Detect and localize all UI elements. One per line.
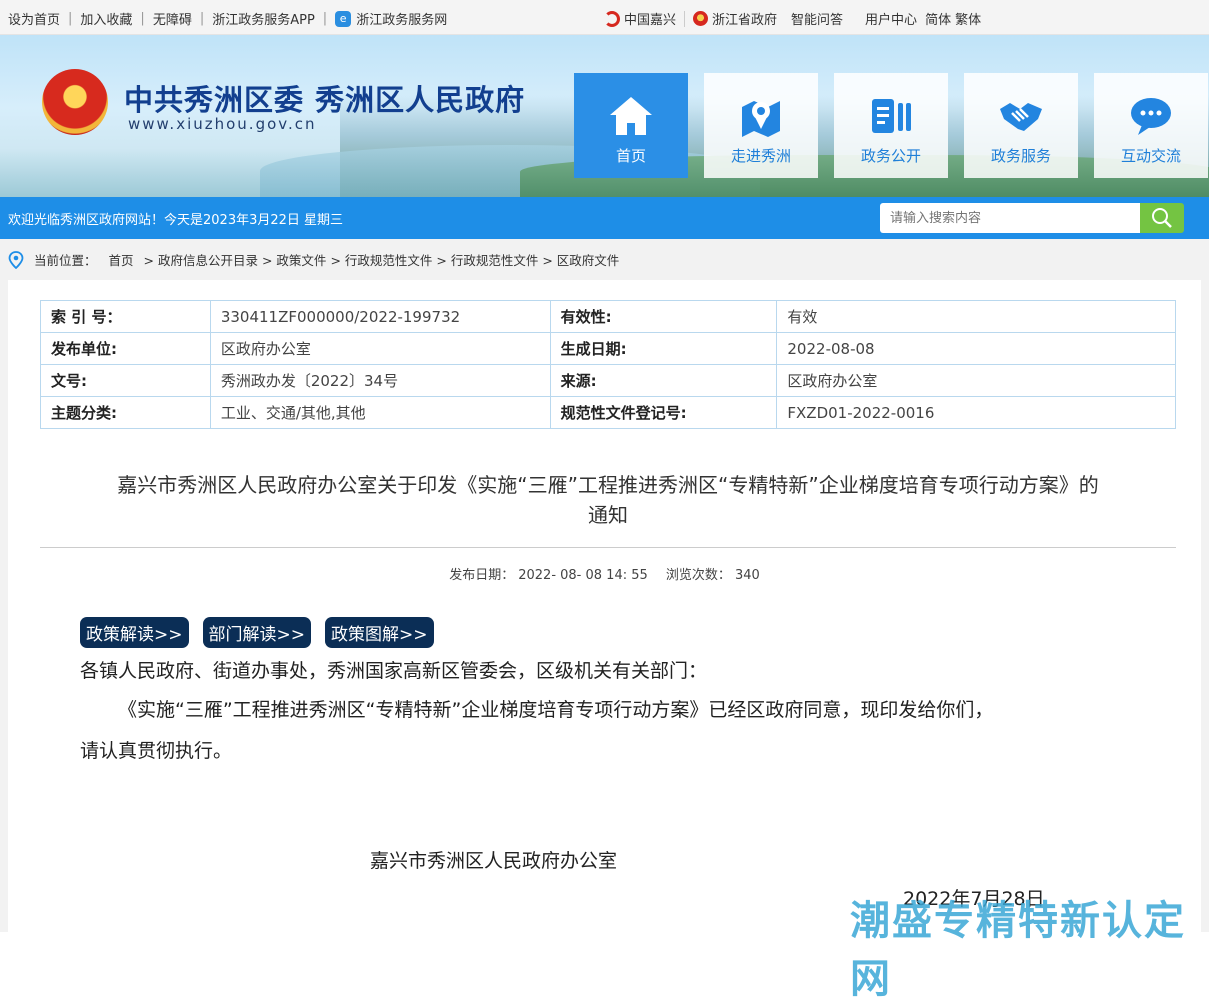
separator: |	[322, 11, 328, 26]
breadcrumb-normative-docs[interactable]: > 行政规范性文件	[330, 250, 432, 269]
separator: |	[140, 11, 145, 26]
separator: |	[199, 11, 205, 26]
breadcrumb-normative-docs-2[interactable]: > 行政规范性文件	[436, 250, 538, 269]
smart-qa-link[interactable]: 智能问答	[791, 9, 843, 28]
top-utility-bar: 设为首页 | 加入收藏 | 无障碍 | 浙江政务服务APP | e 浙江政务服务…	[0, 0, 1209, 35]
separator: |	[68, 11, 73, 26]
publish-date: 2022- 08- 08 14: 55	[518, 568, 648, 583]
emblem-icon	[693, 11, 709, 26]
map-pin-icon	[738, 93, 784, 139]
search-input[interactable]	[880, 203, 1140, 233]
created-date-label: 生成日期:	[549, 332, 778, 365]
body-paragraph-line2: 请认真贯彻执行。	[80, 740, 233, 762]
chat-icon	[1128, 93, 1174, 139]
nav-interaction[interactable]: 互动交流	[1094, 73, 1208, 178]
recipients-line: 各镇人民政府、街道办事处，秀洲国家高新区管委会，区级机关有关部门：	[80, 660, 708, 682]
nav-gov-affairs-open[interactable]: 政务公开	[834, 73, 948, 178]
nav-label: 政务公开	[860, 147, 921, 165]
publisher-value: 区政府办公室	[209, 332, 551, 365]
china-jiaxing-link[interactable]: 中国嘉兴	[624, 9, 676, 28]
breadcrumb-prefix: 当前位置：	[34, 253, 97, 268]
set-homepage-link[interactable]: 设为首页	[8, 9, 60, 28]
document-title: 嘉兴市秀洲区人民政府办公室关于印发《实施“三雁”工程推进秀洲区“专精特新”企业梯…	[40, 470, 1176, 530]
zj-gov-link[interactable]: 浙江省政府	[712, 9, 777, 28]
doc-number-label: 文号:	[40, 364, 211, 397]
publisher-label: 发布单位:	[40, 332, 211, 365]
national-emblem-icon	[42, 69, 108, 135]
publish-date-label: 发布日期：	[449, 568, 515, 583]
zj-app-link[interactable]: 浙江政务服务APP	[212, 9, 315, 28]
interpretation-tags: 政策解读>> 部门解读>> 政策图解>>	[80, 617, 448, 648]
nav-home[interactable]: 首页	[574, 73, 688, 178]
policy-interpretation-button[interactable]: 政策解读>>	[80, 617, 189, 648]
index-number-label: 索 引 号：	[40, 300, 211, 333]
table-row: 主题分类: 工业、交通/其他,其他 规范性文件登记号: FXZD01-2022-…	[40, 396, 1176, 429]
search-button[interactable]	[1140, 203, 1184, 233]
nav-label: 互动交流	[1120, 147, 1181, 165]
handshake-icon	[998, 93, 1044, 139]
doc-number-value: 秀洲政办发〔2022〕34号	[209, 364, 551, 397]
table-row: 索 引 号： 330411ZF000000/2022-199732 有效性: 有…	[40, 300, 1176, 333]
breadcrumb: 当前位置： 首页 > 政府信息公开目录 > 政策文件 > 行政规范性文件 > 行…	[8, 250, 623, 269]
breadcrumb-district-docs[interactable]: > 区政府文件	[542, 250, 619, 269]
welcome-message: 欢迎光临秀洲区政府网站！今天是2023年3月22日 星期三	[8, 213, 344, 228]
breadcrumb-home[interactable]: 首页	[109, 250, 134, 269]
breadcrumb-policy-docs[interactable]: > 政策文件	[262, 250, 326, 269]
location-icon	[8, 250, 24, 269]
main-nav: 首页 走进秀洲 政务公开 政务服务 互动交流	[574, 73, 1209, 178]
validity-value: 有效	[776, 300, 1176, 333]
zj-service-icon: e	[335, 10, 352, 27]
welcome-strip: 欢迎光临秀洲区政府网站！今天是2023年3月22日 星期三	[0, 197, 1209, 239]
registration-value: FXZD01-2022-0016	[776, 396, 1176, 429]
traditional-link[interactable]: 繁体	[955, 9, 981, 28]
policy-graphic-button[interactable]: 政策图解>>	[325, 617, 434, 648]
document-title-line2: 通知	[588, 503, 628, 527]
accessibility-link[interactable]: 无障碍	[153, 9, 192, 28]
views-count: 340	[734, 568, 760, 583]
nav-about-xiuzhou[interactable]: 走进秀洲	[704, 73, 818, 178]
title-divider	[40, 547, 1176, 548]
divider	[684, 10, 686, 27]
top-left-links: 设为首页 | 加入收藏 | 无障碍 | 浙江政务服务APP | e 浙江政务服务…	[8, 9, 447, 28]
document-icon	[868, 93, 914, 139]
document-title-line1: 嘉兴市秀洲区人民政府办公室关于印发《实施“三雁”工程推进秀洲区“专精特新”企业梯…	[117, 473, 1099, 497]
created-date-value: 2022-08-08	[776, 332, 1176, 365]
search-icon	[1152, 208, 1172, 228]
topic-label: 主题分类:	[40, 396, 211, 429]
views-label: 浏览次数：	[665, 568, 731, 583]
validity-label: 有效性:	[549, 300, 778, 333]
breadcrumb-gov-info[interactable]: > 政府信息公开目录	[144, 250, 258, 269]
site-title[interactable]: 中共秀洲区委 秀洲区人民政府	[124, 77, 525, 119]
nav-label: 走进秀洲	[730, 147, 791, 165]
publish-meta: 发布日期： 2022- 08- 08 14: 55 浏览次数： 340	[0, 564, 1209, 583]
registration-label: 规范性文件登记号:	[549, 396, 778, 429]
source-value: 区政府办公室	[776, 364, 1176, 397]
nav-label: 政务服务	[990, 147, 1051, 165]
document-info-table: 索 引 号： 330411ZF000000/2022-199732 有效性: 有…	[40, 300, 1176, 429]
signature-issuer: 嘉兴市秀洲区人民政府办公室	[370, 850, 618, 872]
site-header: 中共秀洲区委 秀洲区人民政府 www.xiuzhou.gov.cn 首页 走进秀…	[0, 35, 1209, 197]
add-favorite-link[interactable]: 加入收藏	[80, 9, 132, 28]
zj-service-link[interactable]: 浙江政务服务网	[356, 9, 447, 28]
site-url: www.xiuzhou.gov.cn	[128, 115, 317, 133]
index-number-value: 330411ZF000000/2022-199732	[209, 300, 551, 333]
nav-gov-services[interactable]: 政务服务	[964, 73, 1078, 178]
watermark-text: 潮盛专精特新认定网	[850, 898, 1186, 1002]
source-label: 来源:	[549, 364, 778, 397]
home-icon	[608, 93, 654, 139]
simplified-link[interactable]: 简体	[925, 9, 951, 28]
top-right-links: 中国嘉兴 浙江省政府 智能问答 用户中心 简体 繁体	[604, 9, 995, 28]
user-center-link[interactable]: 用户中心	[865, 9, 917, 28]
department-interpretation-button[interactable]: 部门解读>>	[202, 617, 311, 648]
topic-value: 工业、交通/其他,其他	[209, 396, 551, 429]
nav-label: 首页	[615, 147, 646, 165]
table-row: 文号: 秀洲政办发〔2022〕34号 来源: 区政府办公室	[40, 364, 1176, 397]
table-row: 发布单位: 区政府办公室 生成日期: 2022-08-08	[40, 332, 1176, 365]
body-paragraph-line1: 《实施“三雁”工程推进秀洲区“专精特新”企业梯度培育专项行动方案》已经区政府同意…	[118, 699, 994, 721]
china-jiaxing-icon	[604, 10, 620, 27]
search-box	[880, 203, 1184, 233]
